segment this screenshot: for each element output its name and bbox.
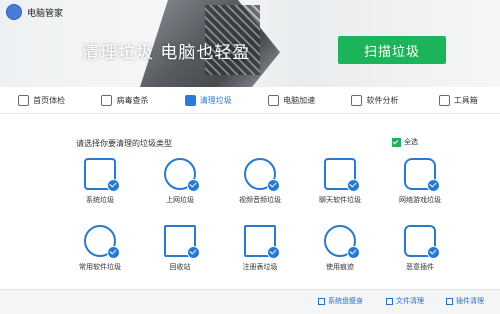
footer-link-label: 系统盘瘦身	[328, 297, 363, 305]
clean-type-prompt: 请选择你要清理的垃圾类型	[76, 139, 172, 148]
junk-item-label: 恶意插件	[406, 263, 434, 271]
disc-icon	[84, 225, 120, 259]
junk-item-internet[interactable]: 上网垃圾	[140, 158, 220, 205]
junk-item-malicious-plugins[interactable]: 恶意插件	[380, 225, 460, 272]
junk-type-grid: 系统垃圾 上网垃圾 视频音频垃圾 聊天软件垃圾 网络游戏垃圾 常用软件垃圾 回收…	[60, 158, 460, 272]
footer-link-system-disk-slim[interactable]: 系统盘瘦身	[318, 296, 363, 306]
tab-label: 病毒查杀	[116, 95, 149, 105]
trash-icon	[164, 225, 200, 259]
app-title: 电脑管家	[27, 8, 64, 19]
top-banner: 电脑管家 清理垃圾 电脑也轻盈 扫描垃圾	[0, 0, 500, 87]
play-icon	[244, 158, 280, 192]
select-all-label: 全选	[404, 138, 418, 146]
check-badge-icon	[187, 179, 200, 192]
junk-item-video-audio[interactable]: 视频音频垃圾	[220, 158, 300, 205]
junk-item-label: 上网垃圾	[166, 196, 194, 204]
tab-label: 清理垃圾	[199, 95, 232, 105]
junk-item-label: 聊天软件垃圾	[319, 196, 361, 204]
app-logo-icon	[6, 4, 22, 20]
junk-item-label: 系统垃圾	[86, 196, 114, 204]
check-badge-icon	[427, 246, 440, 259]
junk-item-label: 常用软件垃圾	[79, 263, 121, 271]
footer-link-label: 文件清理	[396, 297, 424, 305]
tab-virus-scan[interactable]: 病毒查杀	[83, 87, 166, 113]
check-badge-icon	[107, 246, 120, 259]
checkbox-checked-icon	[392, 137, 401, 147]
tab-clean-junk[interactable]: 清理垃圾	[167, 87, 250, 113]
title-bar: 电脑管家	[6, 4, 63, 20]
tab-home-checkup[interactable]: 首页体检	[0, 87, 83, 113]
check-badge-icon	[187, 246, 200, 259]
file-icon	[386, 297, 393, 305]
junk-item-chat[interactable]: 聊天软件垃圾	[300, 158, 380, 205]
junk-item-online-game[interactable]: 网络游戏垃圾	[380, 158, 460, 205]
tab-label: 电脑加速	[283, 95, 316, 105]
junk-item-registry[interactable]: 注册表垃圾	[220, 225, 300, 272]
puzzle-icon	[404, 225, 440, 259]
gamepad-icon	[404, 158, 440, 192]
toolbox-icon	[438, 94, 450, 106]
junk-item-label: 使用痕迹	[326, 263, 354, 271]
check-badge-icon	[347, 179, 360, 192]
banner-slogan: 清理垃圾 电脑也轻盈	[82, 43, 251, 63]
check-badge-icon	[427, 179, 440, 192]
tab-toolbox[interactable]: 工具箱	[417, 87, 500, 113]
footer-bar: 系统盘瘦身 文件清理 插件清理	[0, 289, 500, 314]
check-badge-icon	[267, 179, 280, 192]
globe-icon	[164, 158, 200, 192]
check-badge-icon	[107, 179, 120, 192]
plugin-icon	[446, 297, 453, 305]
tab-speed-up[interactable]: 电脑加速	[250, 87, 333, 113]
junk-item-label: 回收站	[169, 263, 191, 271]
footer-link-label: 插件清理	[456, 297, 484, 305]
select-all-checkbox[interactable]: 全选	[392, 137, 418, 147]
footer-link-plugin-clean[interactable]: 插件清理	[446, 296, 484, 306]
check-badge-icon	[267, 246, 280, 259]
main-tabs: 首页体检 病毒查杀 清理垃圾 电脑加速 软件分析 工具箱	[0, 87, 500, 114]
shield-icon	[101, 94, 113, 106]
tab-label: 首页体检	[33, 95, 66, 105]
windows-icon	[84, 158, 120, 192]
junk-item-usage-traces[interactable]: 使用痕迹	[300, 225, 380, 272]
junk-item-label: 视频音频垃圾	[239, 196, 281, 204]
disk-icon	[318, 297, 325, 305]
junk-item-label: 网络游戏垃圾	[399, 196, 441, 204]
monitor-icon	[18, 94, 30, 106]
broom-icon	[184, 94, 196, 106]
junk-item-system[interactable]: 系统垃圾	[60, 158, 140, 205]
junk-item-common-software[interactable]: 常用软件垃圾	[60, 225, 140, 272]
document-icon	[244, 225, 280, 259]
tab-label: 软件分析	[366, 95, 399, 105]
junk-item-label: 注册表垃圾	[242, 263, 278, 271]
scan-junk-button[interactable]: 扫描垃圾	[338, 36, 446, 64]
rocket-icon	[268, 94, 280, 106]
flower-icon	[351, 94, 363, 106]
clock-icon	[324, 225, 360, 259]
tab-software-analysis[interactable]: 软件分析	[333, 87, 416, 113]
chat-icon	[324, 158, 360, 192]
tab-label: 工具箱	[453, 95, 478, 105]
junk-item-recycle-bin[interactable]: 回收站	[140, 225, 220, 272]
check-badge-icon	[347, 246, 360, 259]
footer-link-file-clean[interactable]: 文件清理	[386, 296, 424, 306]
